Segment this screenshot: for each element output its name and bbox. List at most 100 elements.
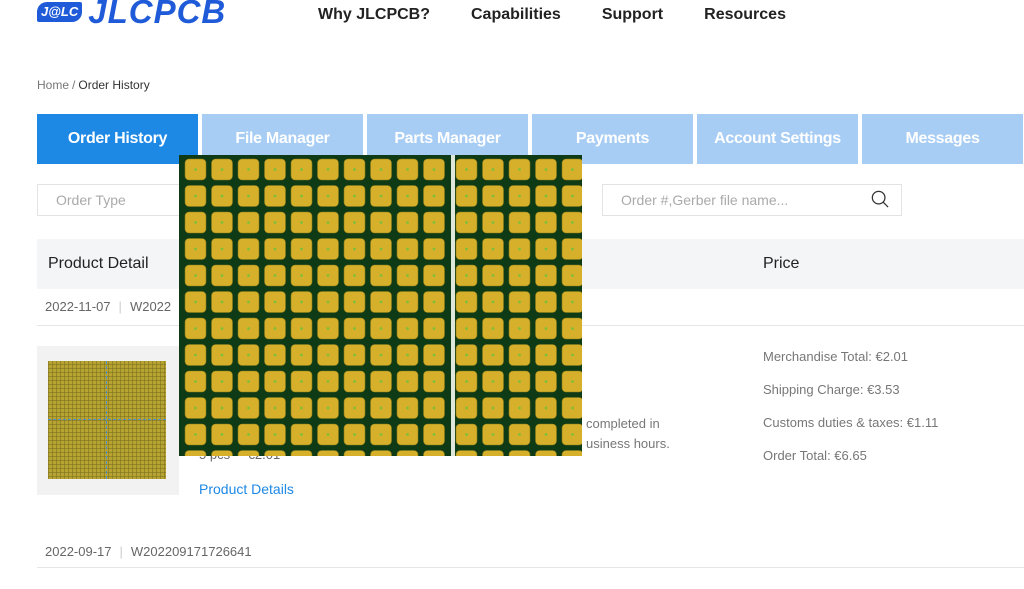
pcb-pad-hole [491, 327, 495, 330]
pcb-pad-hole [247, 194, 250, 198]
pcb-pad-hole [465, 380, 468, 383]
pcb-pad-hole [544, 353, 548, 357]
pcb-pad-hole [300, 406, 303, 410]
pcb-pad-hole [432, 247, 436, 251]
pcb-pad-hole [432, 168, 436, 171]
pcb-pad-hole [379, 300, 383, 304]
pcb-pad-hole [220, 168, 224, 171]
pcb-pad-hole [465, 274, 468, 277]
pcb-pad-hole [379, 274, 383, 277]
pcb-pad-hole [544, 300, 548, 304]
pcb-pad-hole [353, 327, 356, 330]
pcb-pad-hole [353, 247, 356, 251]
order-type-select[interactable]: Order Type [37, 184, 197, 216]
status-text-line-1: completed in [586, 416, 660, 431]
pcb-pad-hole [571, 327, 574, 330]
pcb-pad-hole [406, 380, 409, 383]
pcb-pad-hole [326, 353, 330, 357]
pcb-pad-hole [220, 300, 224, 304]
order-number[interactable]: W2022 [130, 299, 171, 314]
pcb-pad-hole [518, 247, 521, 251]
pcb-pad [264, 450, 286, 456]
pcb-pad-hole [353, 300, 356, 304]
search-icon[interactable] [871, 190, 889, 208]
pcb-pad-hole [406, 168, 409, 171]
pcb-pad-hole [544, 327, 548, 330]
pcb-pad-hole [379, 406, 383, 410]
pcb-pad-hole [491, 300, 495, 304]
status-text-line-2: usiness hours. [586, 436, 670, 451]
pcb-vcut-line [451, 155, 455, 456]
pcb-pad-hole [326, 221, 330, 224]
order-meta-divider: | [118, 299, 122, 314]
tab-messages[interactable]: Messages [862, 114, 1023, 164]
breadcrumb-home[interactable]: Home [37, 78, 69, 92]
pcb-pad-hole [379, 221, 383, 224]
nav-resources[interactable]: Resources [704, 6, 786, 24]
merchandise-total: Merchandise Total: €2.01 [763, 349, 909, 364]
pcb-pad-hole [379, 194, 383, 198]
pcb-pad-hole [247, 353, 250, 357]
pcb-pad-hole [353, 380, 356, 383]
pcb-pad-hole [273, 327, 277, 330]
nav-support[interactable]: Support [602, 6, 663, 24]
product-details-link[interactable]: Product Details [199, 481, 294, 497]
breadcrumb-separator: / [72, 78, 76, 92]
jlcpcb-logo[interactable]: J@LC JLCPCB [37, 0, 226, 32]
pcb-pad-hole [491, 274, 495, 277]
order-number[interactable]: W202209171726641 [131, 544, 252, 559]
nav-capabilities[interactable]: Capabilities [471, 6, 561, 24]
pcb-pad-hole [465, 221, 468, 224]
thumbnail-divider-h [48, 419, 166, 421]
nav-why-jlcpcb[interactable]: Why JLCPCB? [318, 6, 430, 24]
tab-account-settings[interactable]: Account Settings [697, 114, 858, 164]
pcb-pad [535, 450, 557, 456]
pcb-pad-hole [273, 221, 277, 224]
pcb-pad-hole [220, 433, 224, 436]
pcb-pad-hole [326, 406, 330, 410]
pcb-pad-hole [273, 247, 277, 251]
tab-order-history[interactable]: Order History [37, 114, 198, 164]
pcb-pad [237, 450, 260, 456]
pcb-pad-hole [220, 406, 224, 410]
pcb-pad [482, 450, 504, 456]
pcb-pad-hole [300, 433, 303, 436]
pcb-pad-hole [432, 327, 436, 330]
pcb-pad-hole [220, 274, 224, 277]
pcb-pad [370, 450, 392, 456]
pcb-pad-hole [247, 300, 250, 304]
pcb-pad [561, 450, 582, 456]
pcb-pad-hole [194, 247, 197, 251]
pcb-pad-hole [491, 406, 495, 410]
pcb-pad-hole [518, 274, 521, 277]
row-divider [37, 567, 1024, 568]
pcb-pad-hole [300, 380, 303, 383]
order-total: Order Total: €6.65 [763, 448, 867, 463]
pcb-pad-hole [465, 327, 468, 330]
pcb-pad-hole [194, 327, 197, 330]
pcb-pad-hole [379, 433, 383, 436]
pcb-pad-hole [518, 168, 521, 171]
pcb-pad-hole [300, 300, 303, 304]
pcb-pad-hole [571, 300, 574, 304]
pcb-pad-hole [518, 380, 521, 383]
pcb-thumbnail[interactable] [37, 346, 179, 495]
order-search-input[interactable]: Order #,Gerber file name... [602, 184, 902, 216]
pcb-pad-hole [571, 247, 574, 251]
top-nav: Why JLCPCB? Capabilities Support Resourc… [318, 6, 827, 24]
pcb-pad-hole [194, 406, 197, 410]
pcb-pad-hole [465, 406, 468, 410]
pcb-pad-hole [220, 194, 224, 198]
pcb-pad-hole [326, 327, 330, 330]
order-date: 2022-11-07 [45, 299, 111, 314]
pcb-pad-hole [432, 380, 436, 383]
pcb-pad-hole [406, 247, 409, 251]
pcb-pad-hole [379, 353, 383, 357]
pcb-pad-hole [406, 221, 409, 224]
pcb-pad-hole [491, 194, 495, 198]
pcb-pad-hole [353, 406, 356, 410]
pcb-pad-hole [220, 221, 224, 224]
pcb-pad [290, 450, 313, 456]
pcb-pad-hole [379, 327, 383, 330]
pcb-pad-hole [194, 194, 197, 198]
